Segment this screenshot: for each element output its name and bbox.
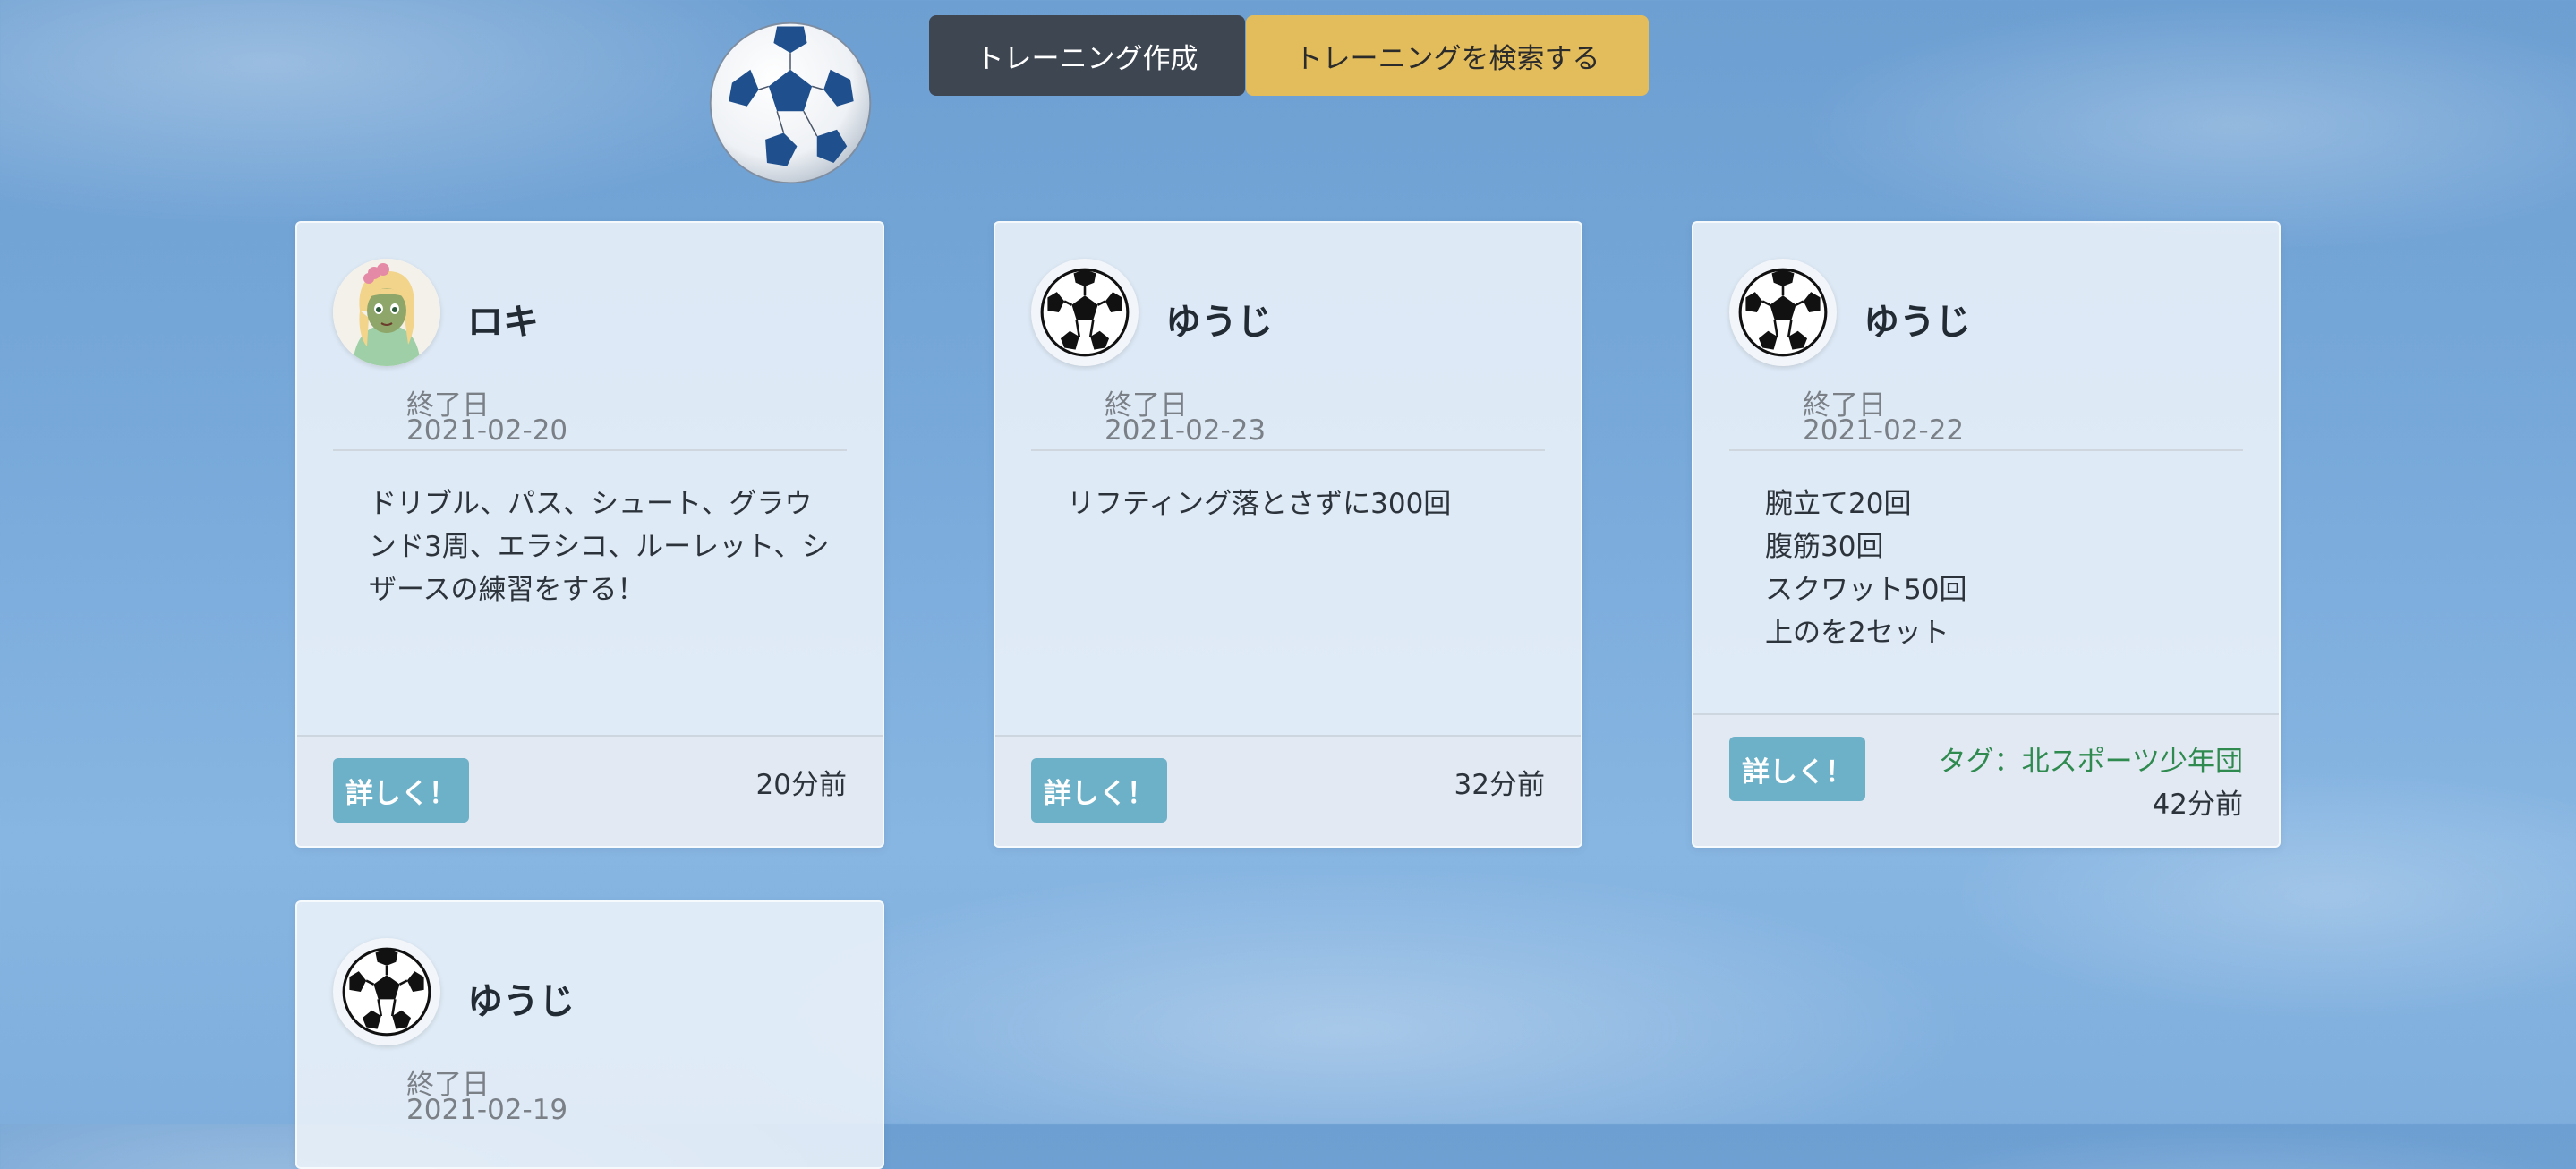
training-description: ドリブル、パス、シュート、グラウ ンド3周、エラシコ、ルーレット、シ ザースの練… [369, 488, 830, 606]
anime-girl-avatar-icon [333, 259, 440, 366]
end-date: 2021-02-22 [1803, 414, 1965, 447]
divider [1729, 449, 2243, 451]
card-footer: 詳しく！ 20分前 [297, 735, 883, 846]
training-description: リフティング落とさずに300回 [1067, 488, 1452, 520]
card-header: ロキ 終了日 2021-02-20 [333, 259, 847, 456]
training-card: ゆうじ 終了日 2021-02-22 腕立て20回 腹筋30回 スクワット50回… [1692, 221, 2281, 848]
card-footer: 詳しく！ 32分前 [995, 735, 1581, 846]
card-header: ゆうじ 終了日 2021-02-23 [1031, 259, 1545, 456]
search-training-button[interactable]: トレーニングを検索する [1246, 15, 1649, 96]
end-date: 2021-02-23 [1105, 414, 1267, 447]
detail-button[interactable]: 詳しく！ [333, 758, 469, 823]
username: ゆうじ [467, 981, 575, 1022]
end-date: 2021-02-20 [406, 414, 568, 447]
avatar[interactable] [1031, 259, 1139, 366]
create-training-button[interactable]: トレーニング作成 [929, 15, 1245, 96]
avatar[interactable] [1729, 259, 1837, 366]
detail-button[interactable]: 詳しく！ [1031, 758, 1167, 823]
soccer-ball-icon [1738, 268, 1828, 357]
avatar[interactable] [333, 259, 440, 366]
soccer-ball-icon [709, 21, 872, 184]
soccer-ball-icon [1040, 268, 1130, 357]
username: ロキ [467, 302, 539, 343]
username: ゆうじ [1864, 302, 1971, 343]
divider [333, 449, 847, 451]
card-header: ゆうじ 終了日 2021-02-22 [1729, 259, 2243, 456]
detail-button[interactable]: 詳しく！ [1729, 737, 1865, 801]
posted-time: 42分前 [2152, 789, 2243, 821]
training-card: ゆうじ 終了日 2021-02-23 リフティング落とさずに300回 詳しく！ … [994, 221, 1582, 848]
posted-time: 32分前 [1454, 769, 1545, 801]
posted-time: 20分前 [755, 769, 847, 801]
training-card: ロキ 終了日 2021-02-20 ドリブル、パス、シュート、グラウ ンド3周、… [295, 221, 884, 848]
username: ゆうじ [1165, 302, 1273, 343]
training-card: ゆうじ 終了日 2021-02-19 [295, 900, 884, 1169]
card-header: ゆうじ 終了日 2021-02-19 [333, 938, 847, 1135]
divider [1031, 449, 1545, 451]
card-footer: 詳しく！ タグ：北スポーツ少年団 42分前 [1693, 713, 2279, 846]
soccer-ball-icon [342, 947, 431, 1037]
tag-label[interactable]: タグ：北スポーツ少年団 [1939, 738, 2243, 779]
training-description: 腕立て20回 腹筋30回 スクワット50回 上のを2セット [1765, 488, 1967, 649]
end-date: 2021-02-19 [406, 1094, 568, 1126]
avatar[interactable] [333, 938, 440, 1045]
